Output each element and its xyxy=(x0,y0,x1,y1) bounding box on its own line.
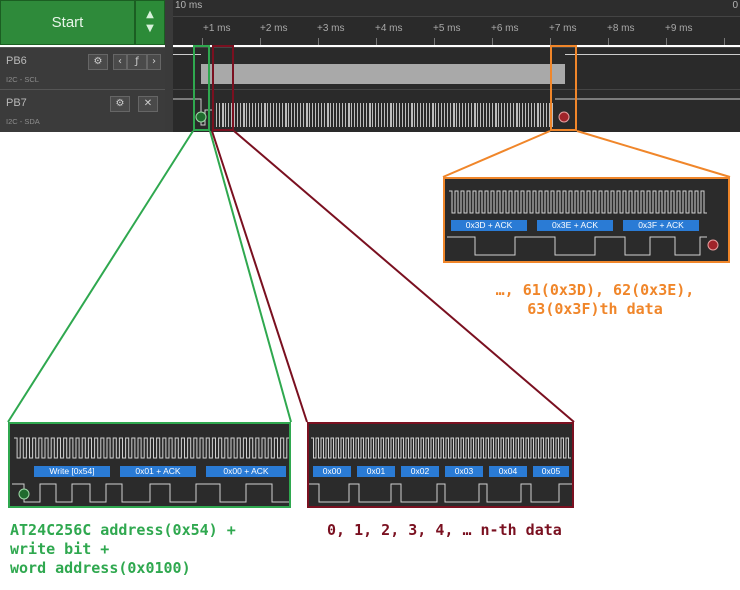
end-note: …, 61(0x3D), 62(0x3E), 63(0x3F)th data xyxy=(495,281,695,318)
decode-label: 0x00 xyxy=(313,466,351,477)
decode-label: 0x01 xyxy=(357,466,395,477)
zoom-end-panel: 0x3D + ACK 0x3E + ACK 0x3F + ACK xyxy=(443,177,730,263)
zoom-start-panel: Write [0x54] 0x01 + ACK 0x00 + ACK xyxy=(8,422,291,508)
start-note: AT24C256C address(0x54) + write bit + wo… xyxy=(10,521,236,577)
decode-label: 0x05 xyxy=(533,466,569,477)
decode-label: 0x03 xyxy=(445,466,483,477)
decode-label: 0x00 + ACK xyxy=(206,466,286,477)
data-note: 0, 1, 2, 3, 4, … n-th data xyxy=(327,521,562,539)
decode-label: 0x01 + ACK xyxy=(120,466,196,477)
decode-label: 0x3F + ACK xyxy=(623,220,699,231)
decode-label: Write [0x54] xyxy=(34,466,110,477)
zoom-data-panel: 0x00 0x01 0x02 0x03 0x04 0x05 xyxy=(307,422,574,508)
decode-label: 0x3E + ACK xyxy=(537,220,613,231)
decode-label: 0x04 xyxy=(489,466,527,477)
decode-label: 0x02 xyxy=(401,466,439,477)
decode-label: 0x3D + ACK xyxy=(451,220,527,231)
